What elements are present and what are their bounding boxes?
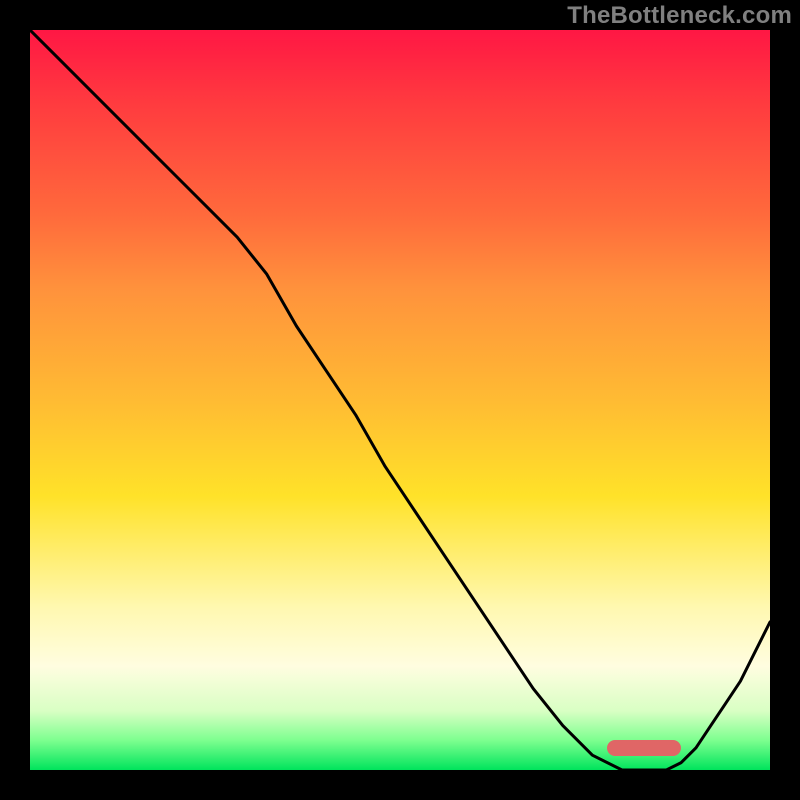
optimal-range-marker [607,740,681,756]
chart-frame: TheBottleneck.com [0,0,800,800]
watermark-text: TheBottleneck.com [567,2,792,30]
gradient-plot-area [30,30,770,770]
